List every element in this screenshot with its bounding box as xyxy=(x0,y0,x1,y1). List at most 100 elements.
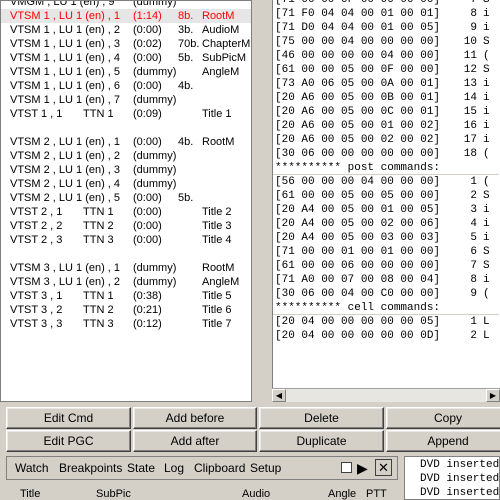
command-row[interactable]: [20 A4 00 05 00 02 00 06] 4 i xyxy=(273,217,499,231)
command-row[interactable]: [20 A4 00 05 00 03 00 03] 5 i xyxy=(273,231,499,245)
command-hex-view[interactable]: [71 00 00 0F 00 00 00 00] 7 S [71 F0 04 04 … xyxy=(272,0,500,390)
pgc-duration: (dummy) xyxy=(133,94,177,106)
command-section-header[interactable]: ********** cell commands: xyxy=(273,301,499,315)
command-row[interactable]: [61 00 00 05 00 0F 00 00] 12 S xyxy=(273,63,499,77)
pgc-row[interactable]: VTST 3 , 2 TTN 2 (0:21) Title 6 xyxy=(1,303,251,317)
pgc-row[interactable]: VTSM 1 , LU 1 (en) , 5 (dummy) AngleM xyxy=(1,65,251,79)
command-row[interactable]: [20 A6 00 05 00 0B 00 01] 14 i xyxy=(273,91,499,105)
command-row[interactable]: [61 00 00 05 00 05 00 00] 2 S xyxy=(273,189,499,203)
pgc-row[interactable]: VTSM 2 , LU 1 (en) , 3 (dummy) xyxy=(1,163,251,177)
command-row[interactable]: [20 04 00 00 00 00 00 05] 1 L xyxy=(273,315,499,329)
command-row[interactable]: [61 00 00 06 00 00 00 00] 7 S xyxy=(273,259,499,273)
command-row[interactable]: [46 00 00 00 00 04 00 00] 11 ( xyxy=(273,49,499,63)
edit-pgc-button[interactable]: Edit PGC xyxy=(6,430,131,452)
ptt-column-header[interactable]: PTT xyxy=(366,488,387,500)
command-text: S xyxy=(483,260,490,272)
pgc-list[interactable]: VMGM , LU 1 (en) , 9 (dummy) VTSM 1 , LU 1… xyxy=(0,0,252,402)
close-icon[interactable]: ✕ xyxy=(375,459,392,476)
breakpoints-tab[interactable]: Breakpoints xyxy=(59,461,122,475)
command-row[interactable]: [20 A6 00 05 00 01 00 02] 16 i xyxy=(273,119,499,133)
subpic-column-header[interactable]: SubPic xyxy=(96,488,131,500)
command-row[interactable]: [75 00 00 04 00 00 00 00] 10 S xyxy=(273,35,499,49)
delete-button[interactable]: Delete xyxy=(259,407,384,429)
pgc-row[interactable]: VTSM 1 , LU 1 (en) , 4 (0:00) 5b. SubPicM xyxy=(1,51,251,65)
pgc-ttn: TTN 1 xyxy=(83,206,114,218)
append-button[interactable]: Append xyxy=(386,430,500,452)
pgc-row[interactable]: VTSM 3 , LU 1 (en) , 1 (dummy) RootM xyxy=(1,261,251,275)
pgc-row-selected[interactable]: VTSM 1 , LU 1 (en) , 1 (1:14) 8b. RootM xyxy=(1,9,251,23)
watch-tab[interactable]: Watch xyxy=(15,461,49,475)
command-text: i xyxy=(483,8,490,20)
command-text: ( xyxy=(483,288,490,300)
edit-cmd-button[interactable]: Edit Cmd xyxy=(6,407,131,429)
command-number: 14 xyxy=(463,92,477,104)
audio-column-header[interactable]: Audio xyxy=(242,488,270,500)
setup-tab[interactable]: Setup xyxy=(250,461,281,475)
command-row[interactable]: [71 00 00 01 00 01 00 00] 6 S xyxy=(273,245,499,259)
command-row[interactable]: [71 F0 04 04 00 01 00 01] 8 i xyxy=(273,7,499,21)
hex-horizontal-scrollbar[interactable]: ◀ ▶ xyxy=(272,388,500,402)
command-hex: [30 06 00 00 00 00 00 00] xyxy=(275,148,441,160)
title-column-header[interactable]: Title xyxy=(20,488,40,500)
pgc-cells: 8b. xyxy=(178,10,194,22)
pgc-row[interactable]: VMGM , LU 1 (en) , 9 (dummy) xyxy=(1,1,251,9)
command-row[interactable]: [20 A4 00 05 00 01 00 05] 3 i xyxy=(273,203,499,217)
section-label: ********** post commands: xyxy=(275,162,441,174)
pgc-row[interactable]: VTSM 1 , LU 1 (en) , 2 (0:00) 3b. AudioM xyxy=(1,23,251,37)
pgc-row[interactable]: VTST 2 , 3 TTN 3 (0:00) Title 4 xyxy=(1,233,251,247)
pgc-row[interactable]: VTST 3 , 3 TTN 3 (0:12) Title 7 xyxy=(1,317,251,331)
command-text: L xyxy=(483,316,490,328)
pgc-ttn: TTN 1 xyxy=(83,290,114,302)
log-tab[interactable]: Log xyxy=(164,461,184,475)
pgc-row[interactable]: VTSM 2 , LU 1 (en) , 5 (0:00) 5b. xyxy=(1,191,251,205)
pgc-row[interactable]: VTST 2 , 2 TTN 2 (0:00) Title 3 xyxy=(1,219,251,233)
command-hex: [71 00 00 01 00 01 00 00] xyxy=(275,246,441,258)
pgc-cells: 4b. xyxy=(178,80,194,92)
command-section-header[interactable]: ********** post commands: xyxy=(273,161,499,175)
checkbox-icon[interactable] xyxy=(341,462,352,473)
command-text: ( xyxy=(483,148,490,160)
pgc-row[interactable]: VTSM 3 , LU 1 (en) , 2 (dummy) AngleM xyxy=(1,275,251,289)
pgc-duration: (dummy) xyxy=(133,150,177,162)
state-tab[interactable]: State xyxy=(127,461,155,475)
pgc-menu: SubPicM xyxy=(202,52,247,64)
pgc-row[interactable]: VTSM 2 , LU 1 (en) , 4 (dummy) xyxy=(1,177,251,191)
pgc-row[interactable]: VTSM 1 , LU 1 (en) , 3 (0:02) 70b. ChapterM xyxy=(1,37,251,51)
command-row[interactable]: [20 04 00 00 00 00 00 0D] 2 L xyxy=(273,329,499,343)
command-row[interactable]: [30 06 00 04 00 C0 00 00] 9 ( xyxy=(273,287,499,301)
command-row[interactable]: [56 00 00 00 04 00 00 00] 1 ( xyxy=(273,175,499,189)
command-text: S xyxy=(483,190,490,202)
pgc-row[interactable]: VTSM 1 , LU 1 (en) , 7 (dummy) xyxy=(1,93,251,107)
log-output[interactable]: DVD inserted DVD inserted DVD inserted xyxy=(404,456,500,500)
play-icon[interactable]: ▶ xyxy=(357,460,368,476)
command-row[interactable]: [71 D0 04 04 00 01 00 05] 9 i xyxy=(273,21,499,35)
pgc-menu: Title 5 xyxy=(202,290,232,302)
command-row[interactable]: [73 A0 06 05 00 0A 00 01] 13 i xyxy=(273,77,499,91)
scroll-right-arrow-icon[interactable]: ▶ xyxy=(486,389,500,402)
pgc-row[interactable]: VTST 2 , 1 TTN 1 (0:00) Title 2 xyxy=(1,205,251,219)
pgc-name: VTSM 1 , LU 1 (en) , 6 xyxy=(10,80,121,92)
command-row[interactable]: [20 A6 00 05 00 02 00 02] 17 i xyxy=(273,133,499,147)
pgc-menu: Title 7 xyxy=(202,318,232,330)
pgc-duration: (0:38) xyxy=(133,290,162,302)
pgc-row[interactable]: VTSM 2 , LU 1 (en) , 1 (0:00) 4b. RootM xyxy=(1,135,251,149)
angle-column-header[interactable]: Angle xyxy=(328,488,356,500)
copy-button[interactable]: Copy xyxy=(386,407,500,429)
command-number: 7 xyxy=(470,260,477,272)
add-before-button[interactable]: Add before xyxy=(133,407,257,429)
pgc-row[interactable]: VTST 1 , 1 TTN 1 (0:09) Title 1 xyxy=(1,107,251,121)
command-row[interactable]: [71 00 00 0F 00 00 00 00] 7 S xyxy=(273,0,499,7)
scroll-left-arrow-icon[interactable]: ◀ xyxy=(272,389,286,402)
pgc-duration: (0:09) xyxy=(133,108,162,120)
command-row[interactable]: [30 06 00 00 00 00 00 00] 18 ( xyxy=(273,147,499,161)
pgc-menu: Title 2 xyxy=(202,206,232,218)
pgc-row[interactable]: VTSM 1 , LU 1 (en) , 6 (0:00) 4b. xyxy=(1,79,251,93)
command-row[interactable]: [71 A0 00 07 00 08 00 04] 8 i xyxy=(273,273,499,287)
add-after-button[interactable]: Add after xyxy=(133,430,257,452)
clipboard-tab[interactable]: Clipboard xyxy=(194,461,245,475)
command-row[interactable]: [20 A6 00 05 00 0C 00 01] 15 i xyxy=(273,105,499,119)
pgc-row[interactable]: VTSM 2 , LU 1 (en) , 2 (dummy) xyxy=(1,149,251,163)
command-number: 13 xyxy=(463,78,477,90)
pgc-row[interactable]: VTST 3 , 1 TTN 1 (0:38) Title 5 xyxy=(1,289,251,303)
duplicate-button[interactable]: Duplicate xyxy=(259,430,384,452)
